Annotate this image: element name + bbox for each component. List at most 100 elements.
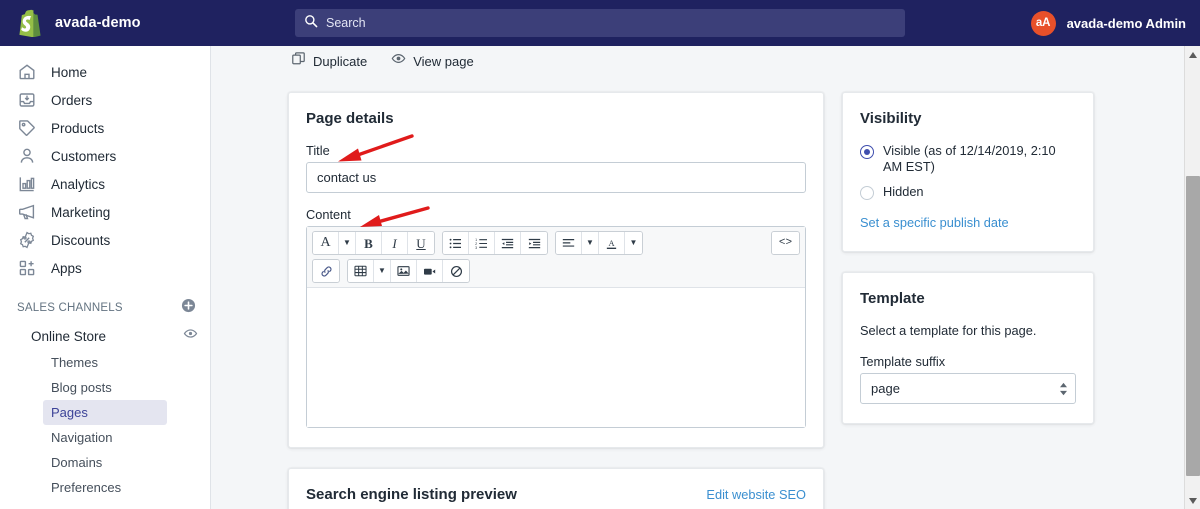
shopify-bag-icon bbox=[17, 9, 43, 37]
vertical-scrollbar[interactable] bbox=[1184, 46, 1200, 509]
apps-grid-plus-icon bbox=[17, 258, 37, 278]
editor-toolbar: A ▼ B I U 1 2 3 ▼ A ▼ <> ▼ bbox=[307, 227, 805, 288]
sidebar-item-label: Analytics bbox=[51, 176, 106, 192]
numbered-list-icon[interactable]: 1 2 3 bbox=[469, 232, 495, 254]
sidebar-item-customers[interactable]: Customers bbox=[8, 142, 202, 170]
font-family-button[interactable]: A bbox=[313, 232, 339, 254]
italic-button[interactable]: I bbox=[382, 232, 408, 254]
radio-visible[interactable] bbox=[860, 145, 874, 159]
radio-hidden[interactable] bbox=[860, 186, 874, 200]
sidebar-item-blog-posts[interactable]: Blog posts bbox=[43, 375, 167, 400]
search-placeholder: Search bbox=[326, 16, 366, 30]
indent-icon[interactable] bbox=[521, 232, 547, 254]
view-page-button[interactable]: View page bbox=[391, 51, 474, 71]
sidebar-item-label: Customers bbox=[51, 148, 117, 164]
scroll-down-arrow-icon[interactable] bbox=[1185, 492, 1200, 509]
sidebar-item-online-store[interactable]: Online Store bbox=[8, 322, 198, 358]
radio-hidden-label: Hidden bbox=[883, 184, 924, 199]
brand-area[interactable]: avada-demo bbox=[0, 0, 211, 46]
sidebar-item-label: Apps bbox=[51, 260, 82, 276]
chevron-down-icon[interactable]: ▼ bbox=[625, 232, 642, 254]
person-icon bbox=[17, 146, 37, 166]
seo-header: Search engine listing preview Edit websi… bbox=[306, 486, 806, 503]
search-icon bbox=[304, 14, 318, 33]
sidebar-item-marketing[interactable]: Marketing bbox=[8, 198, 202, 226]
set-publish-date-link[interactable]: Set a specific publish date bbox=[860, 215, 1009, 230]
sidebar-item-orders[interactable]: Orders bbox=[8, 86, 202, 114]
text-color-icon[interactable]: A bbox=[599, 232, 625, 254]
section-title: SALES CHANNELS bbox=[17, 302, 123, 314]
sidebar-item-navigation[interactable]: Navigation bbox=[43, 425, 167, 450]
chevron-down-icon[interactable]: ▼ bbox=[582, 232, 599, 254]
megaphone-icon bbox=[17, 202, 37, 222]
bold-button[interactable]: B bbox=[356, 232, 382, 254]
video-icon[interactable] bbox=[417, 260, 443, 282]
sidebar-item-themes[interactable]: Themes bbox=[43, 350, 167, 375]
visibility-title: Visibility bbox=[860, 110, 922, 127]
radio-visible-label: Visible (as of 12/14/2019, 2:10 AM EST) bbox=[883, 143, 1056, 174]
right-column: Visibility Visible (as of 12/14/2019, 2:… bbox=[842, 92, 1094, 509]
scroll-up-arrow-icon[interactable] bbox=[1185, 46, 1200, 63]
sidebar-item-domains[interactable]: Domains bbox=[43, 450, 167, 475]
account-name: avada-demo Admin bbox=[1066, 15, 1186, 31]
plus-circle-icon[interactable] bbox=[181, 298, 196, 318]
duplicate-label: Duplicate bbox=[313, 53, 368, 69]
account-menu[interactable]: aA avada-demo Admin bbox=[1030, 0, 1186, 46]
editor-toolbar-row-2: ▼ bbox=[312, 259, 800, 283]
visibility-card: Visibility Visible (as of 12/14/2019, 2:… bbox=[842, 92, 1094, 252]
sub-item-label: Navigation bbox=[51, 430, 113, 445]
top-bar: avada-demo Search aA avada-demo Admin bbox=[0, 0, 1200, 46]
code-view-button[interactable]: <> bbox=[772, 232, 799, 254]
underline-button[interactable]: U bbox=[408, 232, 434, 254]
page-details-card: Page details Title Content A bbox=[288, 92, 824, 448]
page-details-title: Page details bbox=[306, 110, 394, 127]
table-icon[interactable] bbox=[348, 260, 374, 282]
sidebar-item-products[interactable]: Products bbox=[8, 114, 202, 142]
template-helper-text: Select a template for this page. bbox=[860, 323, 1037, 338]
sidebar-item-label: Orders bbox=[51, 92, 93, 108]
view-page-label: View page bbox=[413, 53, 474, 69]
template-suffix-select[interactable]: page bbox=[860, 373, 1076, 404]
sidebar-item-label: Marketing bbox=[51, 204, 111, 220]
edit-website-seo-link[interactable]: Edit website SEO bbox=[706, 487, 806, 502]
image-icon[interactable] bbox=[391, 260, 417, 282]
clear-formatting-icon[interactable] bbox=[443, 260, 469, 282]
title-field-label: Title bbox=[306, 143, 330, 158]
bullet-list-icon[interactable] bbox=[443, 232, 469, 254]
sidebar-item-analytics[interactable]: Analytics bbox=[8, 170, 202, 198]
home-icon bbox=[17, 62, 37, 82]
code-view-group: <> bbox=[771, 231, 800, 255]
sidebar-item-discounts[interactable]: Discounts bbox=[8, 226, 202, 254]
sidebar-item-pages[interactable]: Pages bbox=[43, 400, 167, 425]
chevron-down-icon[interactable]: ▼ bbox=[339, 232, 356, 254]
link-icon[interactable] bbox=[313, 260, 339, 282]
eye-icon[interactable] bbox=[183, 326, 198, 346]
align-left-icon[interactable] bbox=[556, 232, 582, 254]
chevron-down-icon[interactable]: ▼ bbox=[374, 260, 391, 282]
duplicate-button[interactable]: Duplicate bbox=[291, 51, 367, 71]
channel-label: Online Store bbox=[31, 328, 107, 344]
search-input[interactable]: Search bbox=[295, 9, 905, 37]
insert-group-media: ▼ bbox=[347, 259, 470, 283]
percent-badge-icon bbox=[17, 230, 37, 250]
content-editor-body[interactable] bbox=[307, 288, 805, 427]
sidebar-item-label: Discounts bbox=[51, 232, 111, 248]
outdent-icon[interactable] bbox=[495, 232, 521, 254]
seo-title: Search engine listing preview bbox=[306, 486, 517, 503]
sidebar-item-apps[interactable]: Apps bbox=[8, 254, 202, 282]
visibility-option-hidden[interactable]: Hidden bbox=[860, 184, 1076, 200]
align-color-group: ▼ A ▼ bbox=[555, 231, 643, 255]
insert-group-link bbox=[312, 259, 340, 283]
page-action-bar: Duplicate View page bbox=[212, 46, 1184, 76]
editor-toolbar-row-1: A ▼ B I U 1 2 3 ▼ A ▼ <> bbox=[312, 231, 800, 255]
scrollbar-thumb[interactable] bbox=[1186, 176, 1200, 476]
sub-item-label: Pages bbox=[51, 405, 88, 420]
shopify-admin-page: avada-demo Search aA avada-demo Admin Ho… bbox=[0, 0, 1200, 509]
search-area: Search bbox=[295, 9, 905, 37]
title-input[interactable] bbox=[306, 162, 806, 193]
sidebar-item-home[interactable]: Home bbox=[8, 58, 202, 86]
brand-name: avada-demo bbox=[55, 15, 141, 31]
font-group: A ▼ B I U bbox=[312, 231, 435, 255]
sidebar-item-preferences[interactable]: Preferences bbox=[43, 475, 167, 500]
visibility-option-visible[interactable]: Visible (as of 12/14/2019, 2:10 AM EST) bbox=[860, 143, 1076, 175]
